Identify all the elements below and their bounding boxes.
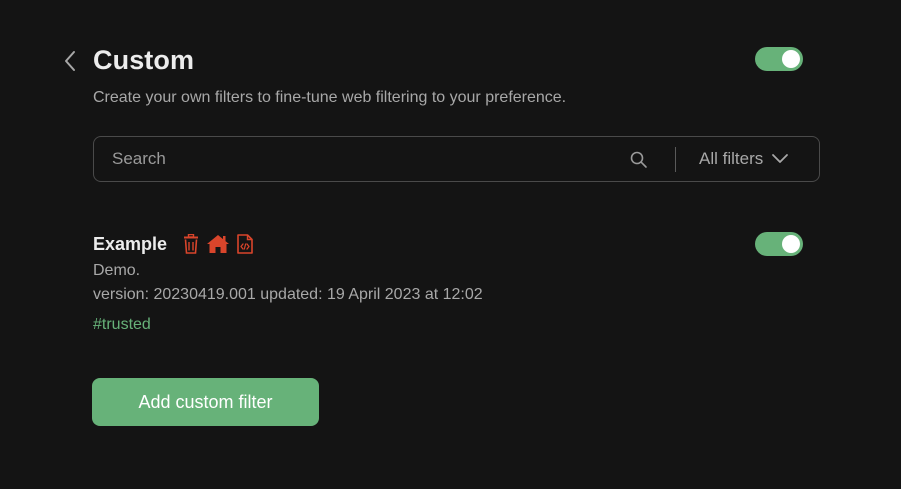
search-divider xyxy=(675,147,676,172)
search-input[interactable] xyxy=(112,137,612,181)
back-button[interactable] xyxy=(58,49,82,73)
add-custom-filter-button[interactable]: Add custom filter xyxy=(92,378,319,426)
filters-dropdown-label: All filters xyxy=(699,149,764,168)
page-description: Create your own filters to fine-tune web… xyxy=(93,89,567,106)
filter-name-row: Example xyxy=(93,230,255,258)
trash-icon[interactable] xyxy=(181,233,201,255)
code-file-icon[interactable] xyxy=(235,233,255,255)
toggle-knob xyxy=(782,235,800,253)
home-icon[interactable] xyxy=(206,233,230,255)
filter-toggle-example[interactable] xyxy=(755,232,803,256)
filter-description: Demo. xyxy=(93,262,141,279)
search-bar: All filters xyxy=(93,136,820,182)
custom-filters-page: Custom Create your own filters to fine-t… xyxy=(0,0,901,489)
filter-tag[interactable]: #trusted xyxy=(93,315,151,335)
search-icon[interactable] xyxy=(629,150,649,170)
chevron-left-icon xyxy=(65,51,75,71)
filter-list-item: Example Demo. version: 20230419.001 upda… xyxy=(93,230,813,340)
filter-actions xyxy=(181,233,255,255)
page-title: Custom xyxy=(93,45,195,75)
filter-version-info: version: 20230419.001 updated: 19 April … xyxy=(93,286,483,303)
custom-filters-toggle[interactable] xyxy=(755,47,803,71)
chevron-down-icon xyxy=(772,154,789,163)
filters-dropdown[interactable]: All filters xyxy=(699,137,789,181)
toggle-knob xyxy=(782,50,800,68)
filter-name: Example xyxy=(93,233,168,254)
